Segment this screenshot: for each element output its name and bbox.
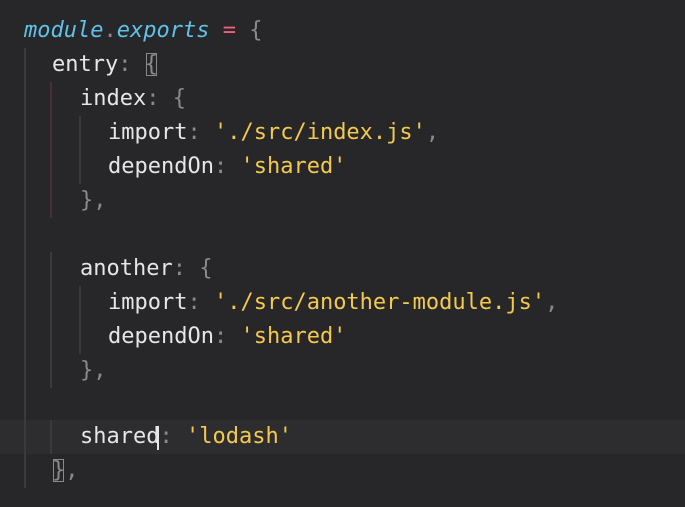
indent-guide xyxy=(24,420,26,454)
import-key: import xyxy=(108,120,188,145)
open-brace: { xyxy=(249,18,263,43)
indent-guide xyxy=(50,420,52,454)
shared-string: 'shared' xyxy=(240,324,347,349)
colon-punct: : xyxy=(213,154,241,179)
indent-guide-active xyxy=(50,184,52,218)
shared-string: 'shared' xyxy=(240,154,347,179)
code-line-1[interactable]: module.exports = { xyxy=(0,14,685,48)
indent-guide-active xyxy=(50,116,52,150)
lodash-string: 'lodash' xyxy=(185,424,292,449)
indent-guide xyxy=(24,116,26,150)
another-key: another xyxy=(80,256,173,281)
code-line-10[interactable]: dependOn: 'shared' xyxy=(0,320,685,354)
indent-guide-active xyxy=(50,150,52,184)
indent-guide xyxy=(50,252,52,286)
code-line-11[interactable]: }, xyxy=(0,354,685,388)
code-line-13-current[interactable]: shared: 'lodash' xyxy=(0,420,685,454)
code-line-3[interactable]: index: { xyxy=(0,82,685,116)
indent-guide xyxy=(24,388,26,422)
indent-guide xyxy=(24,354,26,388)
indent-guide xyxy=(24,218,26,252)
colon-punct: : xyxy=(146,86,173,111)
indent-guide xyxy=(24,48,26,82)
import-key: import xyxy=(108,290,188,315)
comma-punct: , xyxy=(545,290,559,315)
indent-guide xyxy=(79,116,81,150)
code-line-6[interactable]: }, xyxy=(0,184,685,218)
code-editor[interactable]: module.exports = { entry: { index: { imp… xyxy=(0,0,685,507)
line-content: index: { xyxy=(80,82,186,116)
line-content: import: './src/index.js', xyxy=(108,116,439,150)
matched-open-brace: { xyxy=(144,52,158,77)
indent-guide xyxy=(50,286,52,320)
indent-guide xyxy=(24,184,26,218)
import-path-string: './src/another-module.js' xyxy=(213,290,546,315)
comma-punct: , xyxy=(425,120,440,145)
line-content: }, xyxy=(80,354,107,388)
matched-close-brace: } xyxy=(52,458,66,483)
colon-punct: : xyxy=(213,324,241,349)
module-keyword: module xyxy=(24,18,104,43)
code-line-5[interactable]: dependOn: 'shared' xyxy=(0,150,685,184)
line-content: shared: 'lodash' xyxy=(80,420,292,454)
index-key: index xyxy=(80,86,147,111)
indent-guide xyxy=(24,286,26,320)
indent-guide xyxy=(79,320,81,354)
indent-guide xyxy=(79,150,81,184)
code-line-12[interactable] xyxy=(0,388,685,422)
open-brace: { xyxy=(172,86,186,111)
indent-guide xyxy=(24,454,26,488)
assign-operator: = xyxy=(209,18,250,43)
open-brace: { xyxy=(199,256,213,281)
line-content: }, xyxy=(52,454,79,488)
dot-punct: . xyxy=(103,18,117,43)
colon-punct: : xyxy=(172,256,200,281)
code-line-2[interactable]: entry: { xyxy=(0,48,685,82)
line-content: import: './src/another-module.js', xyxy=(108,286,558,320)
close-brace: }, xyxy=(80,188,107,213)
indent-guide xyxy=(24,150,26,184)
colon-punct: : xyxy=(187,290,214,315)
code-line-8[interactable]: another: { xyxy=(0,252,685,286)
colon-punct: : xyxy=(159,424,186,449)
indent-guide-active xyxy=(50,82,52,116)
indent-guide xyxy=(79,286,81,320)
line-content: dependOn: 'shared' xyxy=(108,320,346,354)
text-cursor xyxy=(157,426,159,450)
line-content: module.exports = { xyxy=(24,14,262,48)
line-content: }, xyxy=(80,184,107,218)
code-line-9[interactable]: import: './src/another-module.js', xyxy=(0,286,685,320)
colon-punct: : xyxy=(187,120,214,145)
indent-guide xyxy=(24,82,26,116)
line-content: another: { xyxy=(80,252,212,286)
indent-guide xyxy=(24,252,26,286)
dependon-key: dependOn xyxy=(108,154,214,179)
indent-guide xyxy=(50,354,52,388)
line-content: entry: { xyxy=(52,48,158,82)
entry-key: entry xyxy=(52,52,119,77)
code-line-4[interactable]: import: './src/index.js', xyxy=(0,116,685,150)
exports-keyword: exports xyxy=(116,18,210,43)
colon-punct: : xyxy=(118,52,145,77)
line-content: dependOn: 'shared' xyxy=(108,150,346,184)
comma-punct: , xyxy=(65,458,79,483)
indent-guide xyxy=(24,320,26,354)
code-line-14[interactable]: }, xyxy=(0,454,685,488)
code-line-7[interactable] xyxy=(0,218,685,252)
close-brace: }, xyxy=(80,358,107,383)
shared-key: shared xyxy=(80,424,160,449)
dependon-key: dependOn xyxy=(108,324,214,349)
import-path-string: './src/index.js' xyxy=(213,120,426,145)
indent-guide xyxy=(50,320,52,354)
